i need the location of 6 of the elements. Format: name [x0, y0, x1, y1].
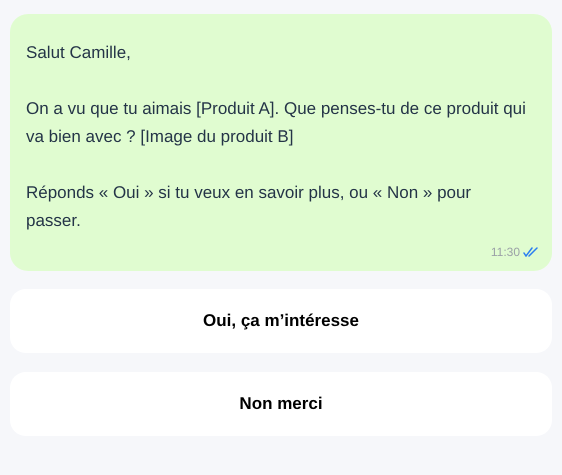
- message-text: Salut Camille,: [26, 42, 132, 64]
- message-text: On a vu que tu aimais [Produit A]. Que penses-tu de ce produit qui va bien avec ? [Image du produit B]: [26, 98, 527, 148]
- message-text: Réponds « Oui » si tu veux en savoir plus, ou « Non » pour passer.: [26, 182, 472, 232]
- reply-button[interactable]: Oui, ça m’intéresse: [10, 289, 552, 353]
- message-time: 11:30: [490, 244, 520, 261]
- reply-button[interactable]: Non merci: [10, 372, 552, 436]
